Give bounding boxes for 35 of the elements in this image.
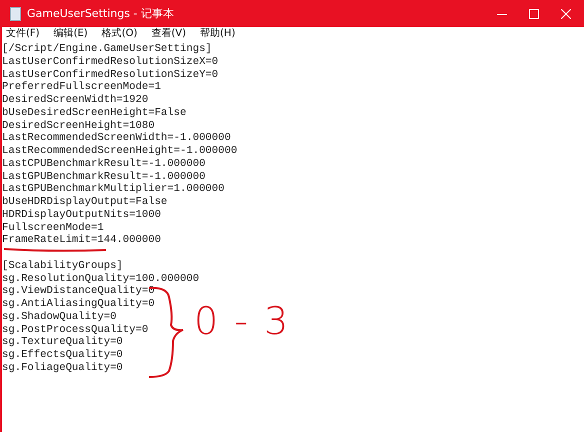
text-line: sg.ShadowQuality=0 xyxy=(2,310,118,324)
text-line: FullscreenMode=1 xyxy=(2,222,105,234)
menu-item[interactable]: 编辑(E) xyxy=(54,28,88,40)
text-line: DesiredScreenWidth=1920 xyxy=(2,94,150,107)
window-title: GameUserSettings - 记事本 xyxy=(27,6,174,21)
text-line: PreferredFullscreenMode=1 xyxy=(2,81,162,94)
close-icon[interactable] xyxy=(561,8,571,18)
text-line: sg.FoliageQuality=0 xyxy=(2,362,124,374)
text-line: sg.AntiAliasingQuality=0 xyxy=(2,298,156,311)
text-line: [/Script/Engine.GameUserSettings] xyxy=(2,43,213,56)
text-line: sg.EffectsQuality=0 xyxy=(2,349,124,362)
text-line: LastRecommendedScreenHeight=-1.000000 xyxy=(2,145,238,158)
text-line: sg.ResolutionQuality=100.000000 xyxy=(2,272,200,285)
text-line: DesiredScreenHeight=1080 xyxy=(2,120,156,132)
text-line: sg.PostProcessQuality=0 xyxy=(2,324,150,336)
text-line: bUseDesiredScreenHeight=False xyxy=(2,106,188,120)
menu-item[interactable]: 格式(O) xyxy=(102,28,138,40)
text-line: LastGPUBenchmarkMultiplier=1.000000 xyxy=(2,183,226,196)
menu-item[interactable]: 查看(V) xyxy=(151,28,186,40)
menu-item[interactable]: 帮助(H) xyxy=(200,28,236,40)
text-line: LastCPUBenchmarkResult=-1.000000 xyxy=(2,158,206,170)
maximize-icon[interactable] xyxy=(529,8,539,18)
text-line: bUseHDRDisplayOutput=False xyxy=(2,196,168,209)
text-line: LastGPUBenchmarkResult=-1.000000 xyxy=(2,170,206,183)
text-line: LastUserConfirmedResolutionSizeX=0 xyxy=(2,56,220,68)
text-line: sg.ViewDistanceQuality=0 xyxy=(2,285,156,298)
text-line: [ScalabilityGroups] xyxy=(2,260,124,272)
text-line: FrameRateLimit=144.000000 xyxy=(2,234,162,247)
menu-item[interactable]: 文件(F) xyxy=(6,28,40,40)
text-line: HDRDisplayOutputNits=1000 xyxy=(2,208,162,222)
notepad-icon xyxy=(10,6,21,20)
text-line: sg.TextureQuality=0 xyxy=(2,336,124,349)
text-line: LastRecommendedScreenWidth=-1.000000 xyxy=(2,132,232,145)
text-line: LastUserConfirmedResolutionSizeY=0 xyxy=(2,68,220,81)
handwritten-range: 0 - 3 xyxy=(194,299,290,343)
